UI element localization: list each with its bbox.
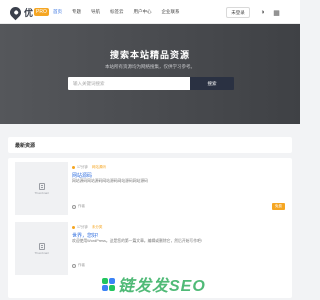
main-nav: 首页 专题 导航 标签云 用户中心 企业联系: [53, 0, 190, 24]
watermark-text: 链发发SEO: [118, 278, 206, 295]
hero-search: 搜索: [68, 77, 234, 90]
logo-mark-icon: [7, 4, 24, 20]
post-meta: 17分钟 未分类: [72, 225, 102, 230]
top-navbar: 优 PRO 首页 专题 导航 标签云 用户中心 企业联系 未登录 ◑ ▦: [0, 0, 300, 24]
post-footer: 作者 免费: [72, 203, 285, 210]
price-badge: 免费: [272, 203, 285, 210]
post-thumbnail[interactable]: Thumbnail: [15, 162, 68, 215]
clock-icon: [72, 226, 75, 229]
nav-item-tags[interactable]: 标签云: [110, 9, 124, 15]
thumbnail-icon: [38, 242, 45, 250]
thumbnail-icon: [38, 182, 45, 190]
post-footer: 作者: [72, 263, 285, 268]
section-title: 最新资源: [15, 143, 36, 149]
post-time: 17分钟: [77, 225, 88, 229]
hero-subtitle: 本站所有资源均为网络搜集，仅供学习参考。: [105, 64, 195, 69]
post-thumbnail[interactable]: Thumbnail: [15, 222, 68, 275]
post-time: 17分钟: [77, 165, 88, 169]
logo-badge: PRO: [34, 8, 49, 16]
site-logo[interactable]: 优 PRO: [7, 4, 49, 20]
watermark-logo-icon: [102, 277, 115, 291]
post-meta: 17分钟 网站源码: [72, 165, 106, 170]
moon-icon[interactable]: ◑: [258, 8, 267, 17]
watermark: 链发发SEO: [102, 272, 206, 296]
nav-item-user-center[interactable]: 用户中心: [134, 9, 152, 15]
post-excerpt: 欢迎使用WordPress。这是您的第一篇文章。编辑或删除它，然后开始写作吧!: [72, 239, 202, 243]
post-excerpt: 网站源码网站源码网站源码网站源码网站源码: [72, 179, 148, 183]
login-button[interactable]: 未登录: [226, 7, 250, 18]
nav-item-topics[interactable]: 专题: [72, 9, 81, 15]
thumbnail-label: Thumbnail: [34, 190, 49, 195]
nav-item-navigation[interactable]: 导航: [91, 9, 100, 15]
post-author[interactable]: 作者: [78, 204, 85, 209]
logo-text: 优: [24, 7, 34, 18]
thumbnail-label: Thumbnail: [34, 250, 49, 255]
hero-banner: 搜索本站精品资源 本站所有资源均为网络搜集，仅供学习参考。 搜索: [0, 24, 300, 124]
search-button[interactable]: 搜索: [190, 77, 234, 90]
grid-icon[interactable]: ▦: [272, 8, 281, 17]
clock-icon: [72, 166, 75, 169]
post-title[interactable]: 世界，您好!: [72, 232, 98, 239]
nav-item-contact[interactable]: 企业联系: [162, 9, 180, 15]
post-category[interactable]: 未分类: [92, 225, 103, 230]
post-title[interactable]: 网站源码: [72, 172, 92, 179]
post-category[interactable]: 网站源码: [92, 165, 106, 170]
author-icon: [72, 204, 76, 209]
hero-title: 搜索本站精品资源: [109, 50, 190, 60]
section-header: 最新资源: [8, 137, 292, 153]
post-author[interactable]: 作者: [78, 263, 85, 268]
nav-item-home[interactable]: 首页: [53, 9, 62, 15]
author-icon: [72, 263, 76, 268]
search-input[interactable]: [68, 77, 190, 90]
